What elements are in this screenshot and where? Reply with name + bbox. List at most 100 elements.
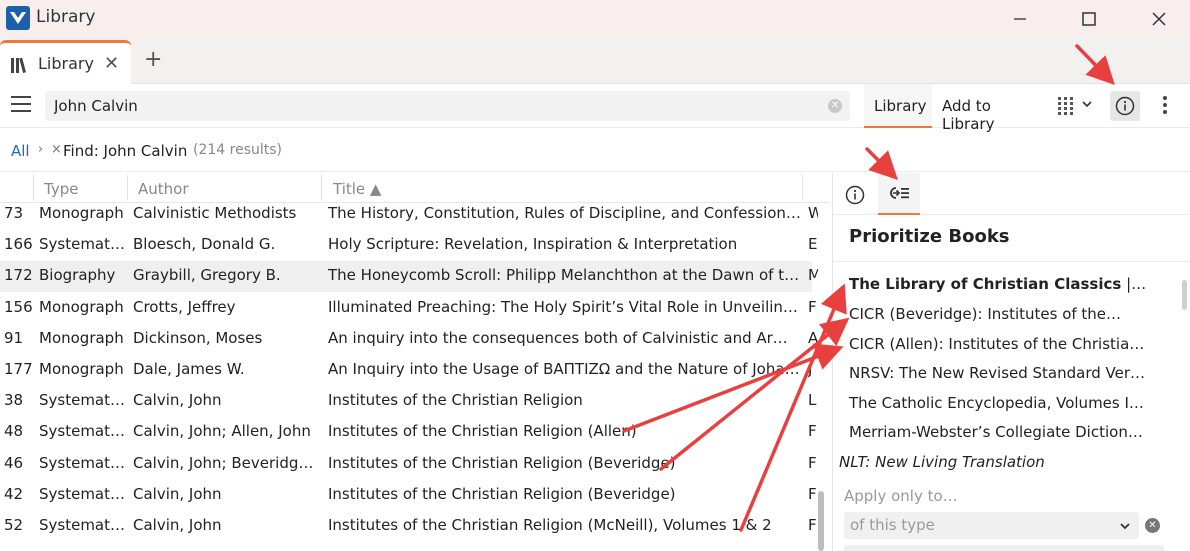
tab-library-view-label[interactable]: Library (874, 97, 926, 115)
row-author: Bloesch, Donald G. (133, 235, 276, 253)
row-extra: F (808, 298, 817, 316)
result-count: (214 results) (193, 142, 282, 158)
toolbar: ✕ Library Add to Library (0, 84, 1190, 133)
chevron-down-icon (1119, 518, 1131, 536)
view-grid-icon[interactable] (1058, 97, 1094, 119)
column-header-type[interactable]: Type (44, 180, 78, 198)
more-options-icon[interactable] (1163, 96, 1169, 116)
row-type: Systemati… (39, 516, 127, 534)
breadcrumb-all-link[interactable]: All (11, 142, 30, 160)
table-row[interactable]: 73 Monograph Calvinistic Methodists The … (0, 199, 818, 230)
minimize-icon (1014, 18, 1026, 20)
row-id: 48 (4, 422, 24, 440)
title-bar: Library (0, 0, 1190, 38)
row-author: Calvin, John (133, 391, 222, 409)
close-icon (1152, 12, 1166, 26)
row-id: 42 (4, 485, 24, 503)
table-row[interactable]: 46 Systemati… Calvin, John; Beveridge,… … (0, 449, 817, 480)
tab-close-icon[interactable]: ✕ (104, 53, 119, 74)
app-logo-icon (6, 6, 30, 30)
prioritized-book-item[interactable]: The Library of Christian Classics | 3… (849, 275, 1149, 293)
row-author: Calvin, John; Allen, John (133, 422, 311, 440)
row-author: Graybill, Gregory B. (133, 266, 281, 284)
search-clear-icon[interactable]: ✕ (828, 99, 842, 113)
prioritized-book-item[interactable]: CICR (Allen): Institutes of the Christia… (849, 335, 1149, 353)
row-author: Calvinistic Methodists (133, 204, 297, 222)
add-tab-button[interactable]: + (144, 48, 162, 72)
panel-scrollbar[interactable] (1182, 280, 1187, 310)
table-row[interactable]: 48 Systemati… Calvin, John; Allen, John … (0, 417, 817, 448)
clear-filter-icon[interactable]: ✕ (1145, 518, 1160, 533)
apply-only-label: Apply only to… (844, 487, 958, 505)
row-id: 52 (4, 516, 24, 534)
row-id: 177 (4, 360, 33, 378)
row-type: Systemati… (39, 485, 127, 503)
row-extra: F (808, 422, 817, 440)
results-table: Type Author Title ▲ 73 Monograph Calvini… (0, 173, 830, 551)
row-type: Monograph (39, 298, 124, 316)
prioritized-book-item[interactable]: The Catholic Encyclopedia, Volumes I–XV (849, 394, 1149, 412)
table-row[interactable]: 38 Systemati… Calvin, John Institutes of… (0, 386, 816, 417)
prioritized-book-item[interactable]: Merriam-Webster’s Collegiate Dictionary… (849, 423, 1149, 441)
row-type: Monograph (39, 204, 124, 222)
hamburger-menu-icon[interactable] (11, 96, 31, 114)
row-type: Systemati… (39, 422, 127, 440)
row-author: Calvin, John (133, 485, 222, 503)
second-filter-select[interactable] (844, 545, 1164, 551)
minimize-button[interactable] (1000, 4, 1040, 34)
row-author: Calvin, John (133, 516, 222, 534)
row-extra: E (808, 235, 818, 253)
row-type: Systemati… (39, 391, 127, 409)
breadcrumb: All › × Find: John Calvin (214 results) (0, 129, 1190, 172)
table-scrollbar[interactable] (818, 491, 824, 551)
table-row-selected[interactable]: 172 Biography Graybill, Gregory B. The H… (0, 261, 818, 292)
tab-bar: Library ✕ + (0, 38, 1190, 84)
column-header-author[interactable]: Author (138, 180, 189, 198)
panel-heading: Prioritize Books (849, 226, 1010, 247)
row-author: Calvin, John; Beveridge,… (133, 454, 321, 472)
panel-info-tab-icon[interactable] (845, 185, 865, 209)
row-extra: J (808, 360, 813, 378)
row-title: Institutes of the Christian Religion (328, 391, 583, 409)
window-title: Library (36, 7, 96, 27)
search-input[interactable] (54, 95, 814, 117)
row-extra: M (808, 266, 818, 284)
row-type: Monograph (39, 329, 124, 347)
table-row[interactable]: 91 Monograph Dickinson, Moses An inquiry… (0, 324, 818, 355)
panel-divider (833, 261, 1190, 262)
row-id: 172 (4, 266, 33, 284)
prioritize-tab[interactable] (878, 173, 920, 215)
table-row[interactable]: 156 Monograph Crotts, Jeffrey Illuminate… (0, 293, 817, 324)
table-row[interactable]: 52 Systemati… Calvin, John Institutes of… (0, 511, 817, 542)
book-title-bold: The Library of Christian Classics (849, 275, 1122, 293)
breadcrumb-separator: › (38, 142, 44, 157)
tab-add-to-library[interactable]: Add to Library (942, 97, 994, 133)
row-title: An Inquiry into the Usage of ΒΑΠΤΙΖΩ and… (328, 360, 802, 378)
prioritized-book-item[interactable]: CICR (Beveridge): Institutes of the… (849, 305, 1149, 323)
column-header-title[interactable]: Title ▲ (333, 180, 381, 198)
row-title: Institutes of the Christian Religion (Mc… (328, 516, 772, 534)
tab-library[interactable]: Library ✕ (0, 40, 131, 84)
row-title: Institutes of the Christian Religion (Be… (328, 485, 676, 503)
table-row[interactable]: 166 Systemati… Bloesch, Donald G. Holy S… (0, 230, 817, 261)
row-type: Systemati… (39, 235, 127, 253)
table-row[interactable]: 42 Systemati… Calvin, John Institutes of… (0, 480, 817, 511)
table-row[interactable]: 177 Monograph Dale, James W. An Inquiry … (0, 355, 812, 386)
row-extra: W (808, 204, 818, 222)
row-id: 91 (4, 329, 24, 347)
remove-filter-icon[interactable]: × (51, 142, 62, 157)
info-icon (1115, 96, 1135, 116)
row-id: 38 (4, 391, 24, 409)
book-title-rest: | 3… (1126, 275, 1149, 293)
row-id: 73 (4, 204, 24, 222)
close-window-button[interactable] (1139, 4, 1179, 34)
info-panel-button[interactable] (1110, 91, 1140, 121)
row-extra: A (808, 329, 818, 347)
type-filter-select[interactable]: of this type (844, 512, 1139, 539)
unprioritized-book-item[interactable]: NLT: New Living Translation (839, 453, 1045, 471)
maximize-button[interactable] (1069, 4, 1109, 34)
row-extra: L (808, 391, 817, 409)
prioritized-book-item[interactable]: NRSV: The New Revised Standard Version (849, 364, 1149, 382)
row-title: Institutes of the Christian Religion (Al… (328, 422, 637, 440)
row-id: 46 (4, 454, 24, 472)
